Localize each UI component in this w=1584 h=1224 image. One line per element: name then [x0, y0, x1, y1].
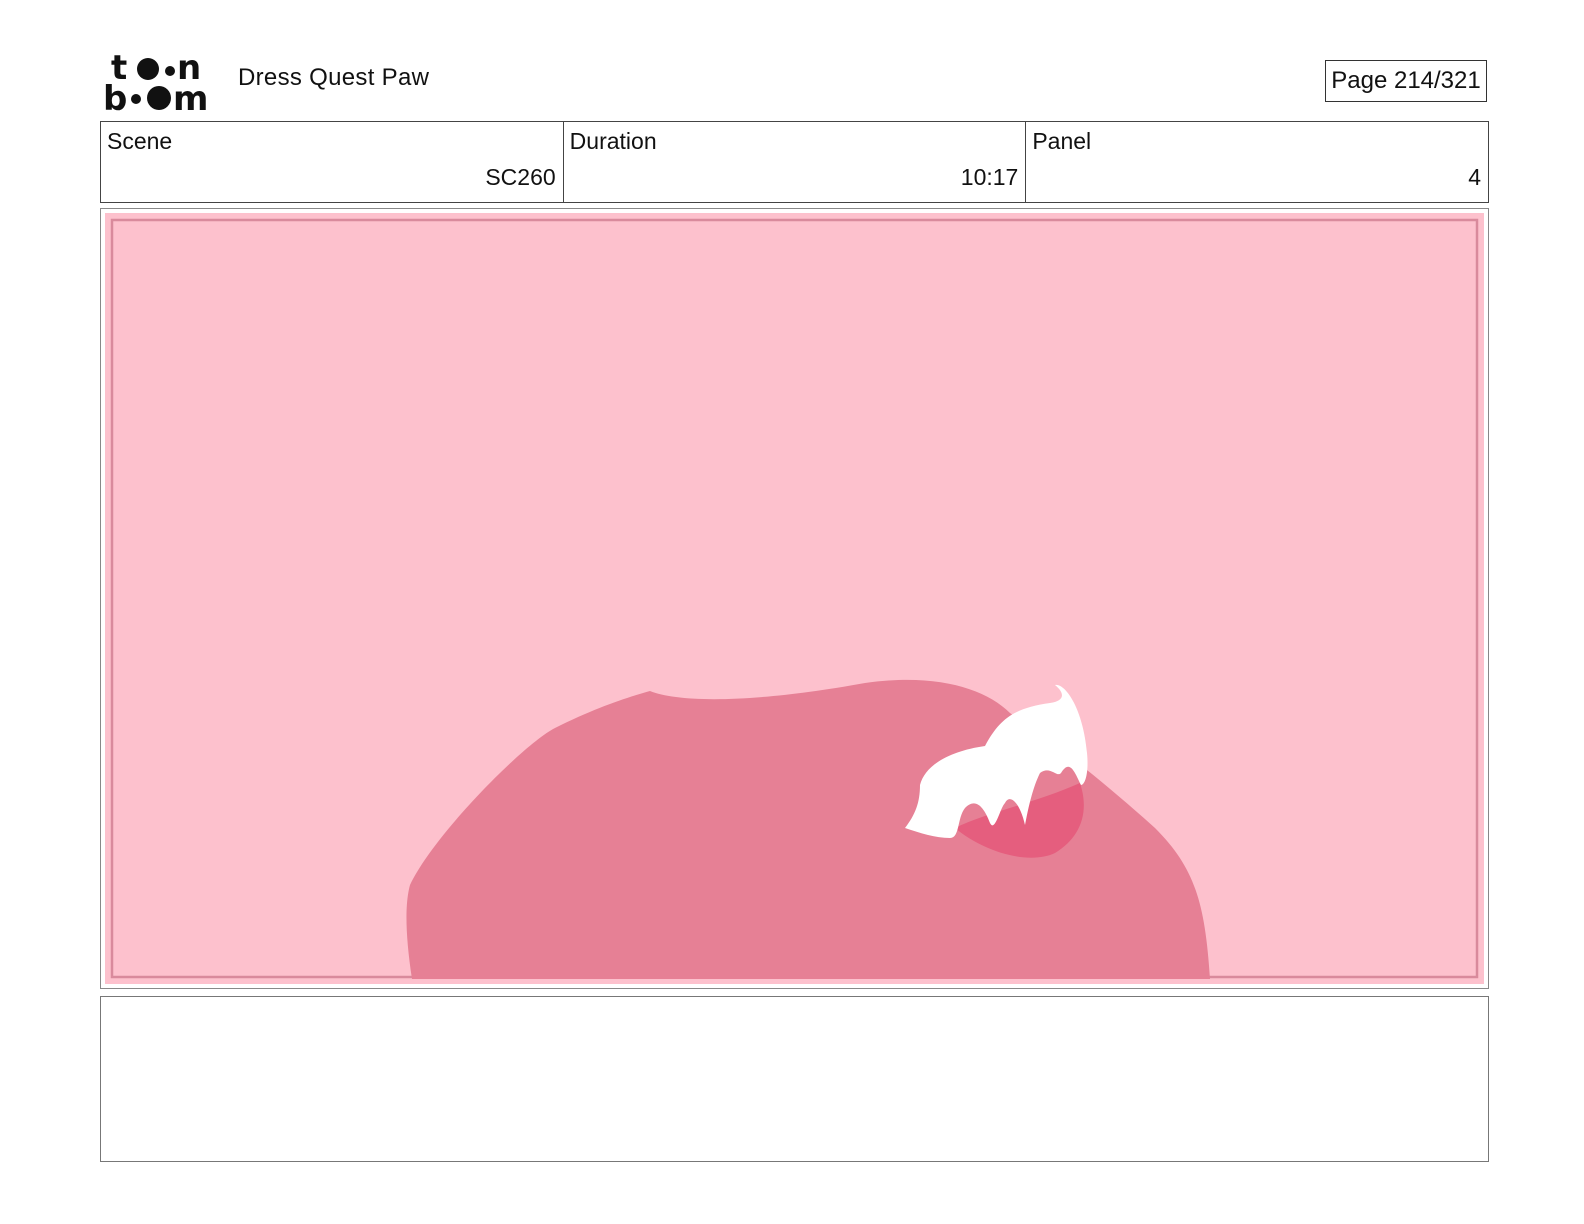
project-title: Dress Quest Paw: [238, 64, 430, 91]
toonboom-logo-mark: t n b m: [103, 48, 208, 119]
storyboard-panel: [100, 208, 1489, 989]
svg-text:m: m: [173, 79, 208, 114]
info-table: Scene SC260 Duration 10:17 Panel 4: [100, 121, 1489, 203]
duration-value: 10:17: [960, 164, 1019, 190]
toonboom-logo: t n b m: [103, 48, 215, 119]
panel-label: Panel: [1032, 128, 1092, 154]
panel-value: 4: [1468, 164, 1482, 190]
page-indicator: Page 214/321: [1325, 60, 1487, 102]
notes-box: [100, 996, 1489, 1162]
duration-label: Duration: [569, 128, 657, 154]
duration-cell: Duration 10:17: [564, 122, 1027, 202]
scene-label: Scene: [107, 128, 173, 154]
scene-cell: Scene SC260: [101, 122, 564, 202]
panel-artwork: [105, 213, 1484, 984]
page-label: Page 214/321: [1331, 67, 1481, 94]
scene-value: SC260: [485, 164, 556, 190]
panel-cell: Panel 4: [1026, 122, 1488, 202]
svg-text:b: b: [103, 79, 127, 114]
